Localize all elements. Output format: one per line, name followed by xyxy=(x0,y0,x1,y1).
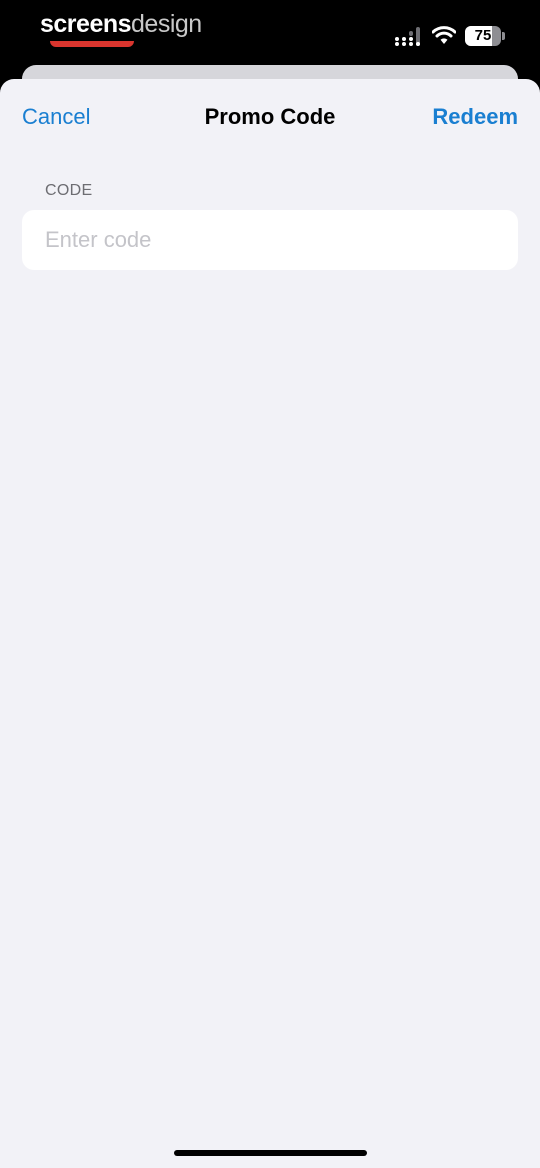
code-input-row[interactable] xyxy=(22,210,518,270)
screen: screensdesign 75 Cancel Promo Code Redee… xyxy=(0,0,540,1168)
battery-level: 75 xyxy=(474,27,492,44)
battery-icon: 75 xyxy=(465,26,505,46)
nav-bar: Cancel Promo Code Redeem xyxy=(0,79,540,159)
promo-code-sheet: Cancel Promo Code Redeem CODE xyxy=(0,79,540,1168)
battery-body: 75 xyxy=(465,26,501,46)
home-indicator[interactable] xyxy=(174,1150,367,1156)
code-section-label: CODE xyxy=(45,182,93,199)
status-bar: screensdesign 75 xyxy=(0,0,540,66)
battery-cap xyxy=(502,32,505,40)
code-input[interactable] xyxy=(22,210,518,270)
wifi-icon xyxy=(432,26,456,44)
brand-text-screens: screens xyxy=(40,10,132,38)
brand-text-design: design xyxy=(131,10,202,38)
signal-icon xyxy=(395,27,420,46)
brand-underline xyxy=(50,41,134,47)
redeem-button[interactable]: Redeem xyxy=(432,104,518,130)
brand-watermark: screensdesign xyxy=(40,10,202,39)
